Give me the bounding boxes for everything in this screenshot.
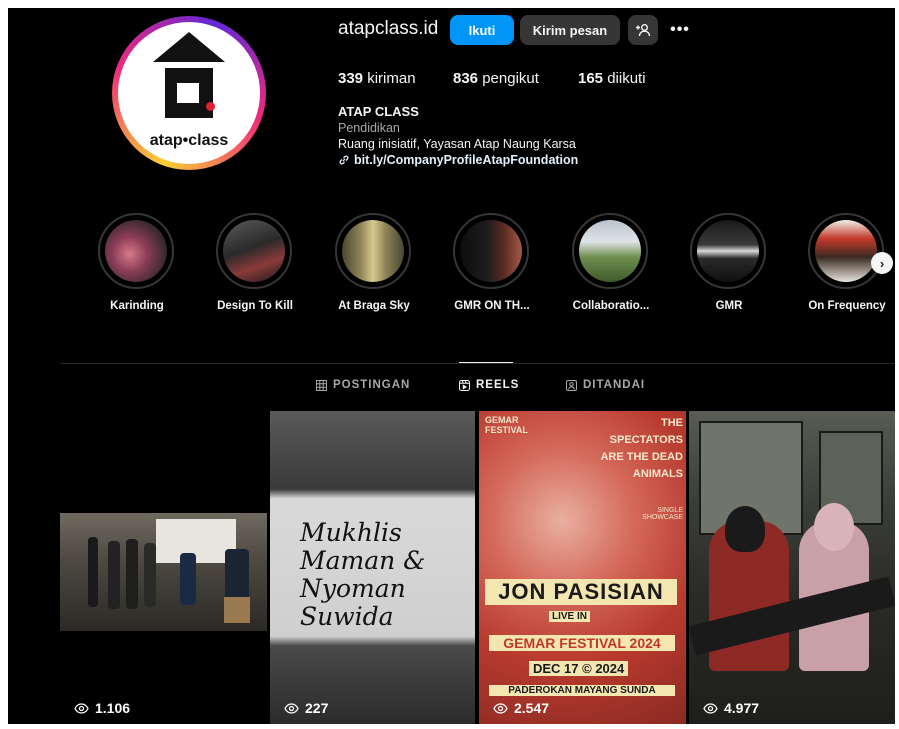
poster-live-in: LIVE IN [549,611,591,622]
poster-festival-name: GEMAR FESTIVAL 2024 [489,635,675,651]
poster-artist: JON PASISIAN [485,579,677,605]
reel-item[interactable]: 4.977 [689,411,895,724]
following-count[interactable]: 165 diikuti [578,70,646,87]
eye-icon [284,702,299,714]
followers-count[interactable]: 836 pengikut [453,70,539,87]
eye-icon [493,702,508,714]
posts-count[interactable]: 339 kiriman [338,70,416,87]
highlight-cover [579,220,641,282]
poster-date: DEC 17 © 2024 [529,661,629,676]
highlight-cover [342,220,404,282]
logo-dot [206,102,215,111]
highlight-cover [697,220,759,282]
reel-view-count: 4.977 [703,700,759,716]
tabs-divider [60,363,895,364]
poster-showcase: SINGLE SHOWCASE [642,507,683,521]
eye-icon [703,702,718,714]
highlight-cover [105,220,167,282]
highlight-cover [223,220,285,282]
reel-view-count: 2.547 [493,700,549,716]
reel-view-count: 1.106 [74,700,130,716]
tab-posts[interactable]: POSTINGAN [316,379,410,391]
highlight-cover [460,220,522,282]
add-user-icon [636,24,651,37]
send-message-button[interactable]: Kirim pesan [520,15,620,45]
logo-roof-shape [153,32,225,62]
tab-tagged[interactable]: DITANDAI [566,379,645,391]
bio-text: Ruang inisiatif, Yayasan Atap Naung Kars… [338,137,576,151]
logo-house-shape [165,68,213,118]
profile-username: atapclass.id [338,18,439,39]
poster-venue: PADEROKAN MAYANG SUNDA [489,685,675,696]
link-icon [339,155,349,165]
follow-button[interactable]: Ikuti [450,15,514,45]
more-options-icon[interactable]: ••• [668,16,692,44]
avatar-logo: atap•class [118,22,260,164]
profile-avatar[interactable]: atap•class [112,16,266,170]
profile-page: atap•class atapclass.id Ikuti Kirim pesa… [8,8,895,724]
tab-reels[interactable]: REELS [459,379,519,391]
suggested-users-button[interactable] [628,15,658,45]
active-tab-indicator [459,362,513,363]
highlights-next-icon[interactable]: › [871,252,893,274]
poster-tagline: THE SPECTATORS ARE THE DEAD ANIMALS [600,417,683,480]
highlight-cover [815,220,877,282]
reel-item[interactable]: Mukhlis Maman & Nyoman Suwida 227 [270,411,475,724]
logo-text: atap•class [149,132,229,149]
reels-icon [459,379,470,391]
reel-item[interactable]: GEMAR FESTIVAL THE SPECTATORS ARE THE DE… [479,411,686,724]
grid-icon [316,379,327,391]
poster-festival-logo: GEMAR FESTIVAL [485,415,528,435]
eye-icon [74,702,89,714]
bio-name: ATAP CLASS [338,104,419,119]
bio-category: Pendidikan [338,121,400,135]
reel-poster-title: Mukhlis Maman & Nyoman Suwida [300,518,426,631]
reel-item[interactable]: 1.106 [60,411,267,724]
tagged-icon [566,379,577,391]
reel-thumbnail [60,513,267,631]
reel-thumbnail [689,411,895,724]
bio-link[interactable]: bit.ly/CompanyProfileAtapFoundation [338,153,578,167]
reel-view-count: 227 [284,700,328,716]
